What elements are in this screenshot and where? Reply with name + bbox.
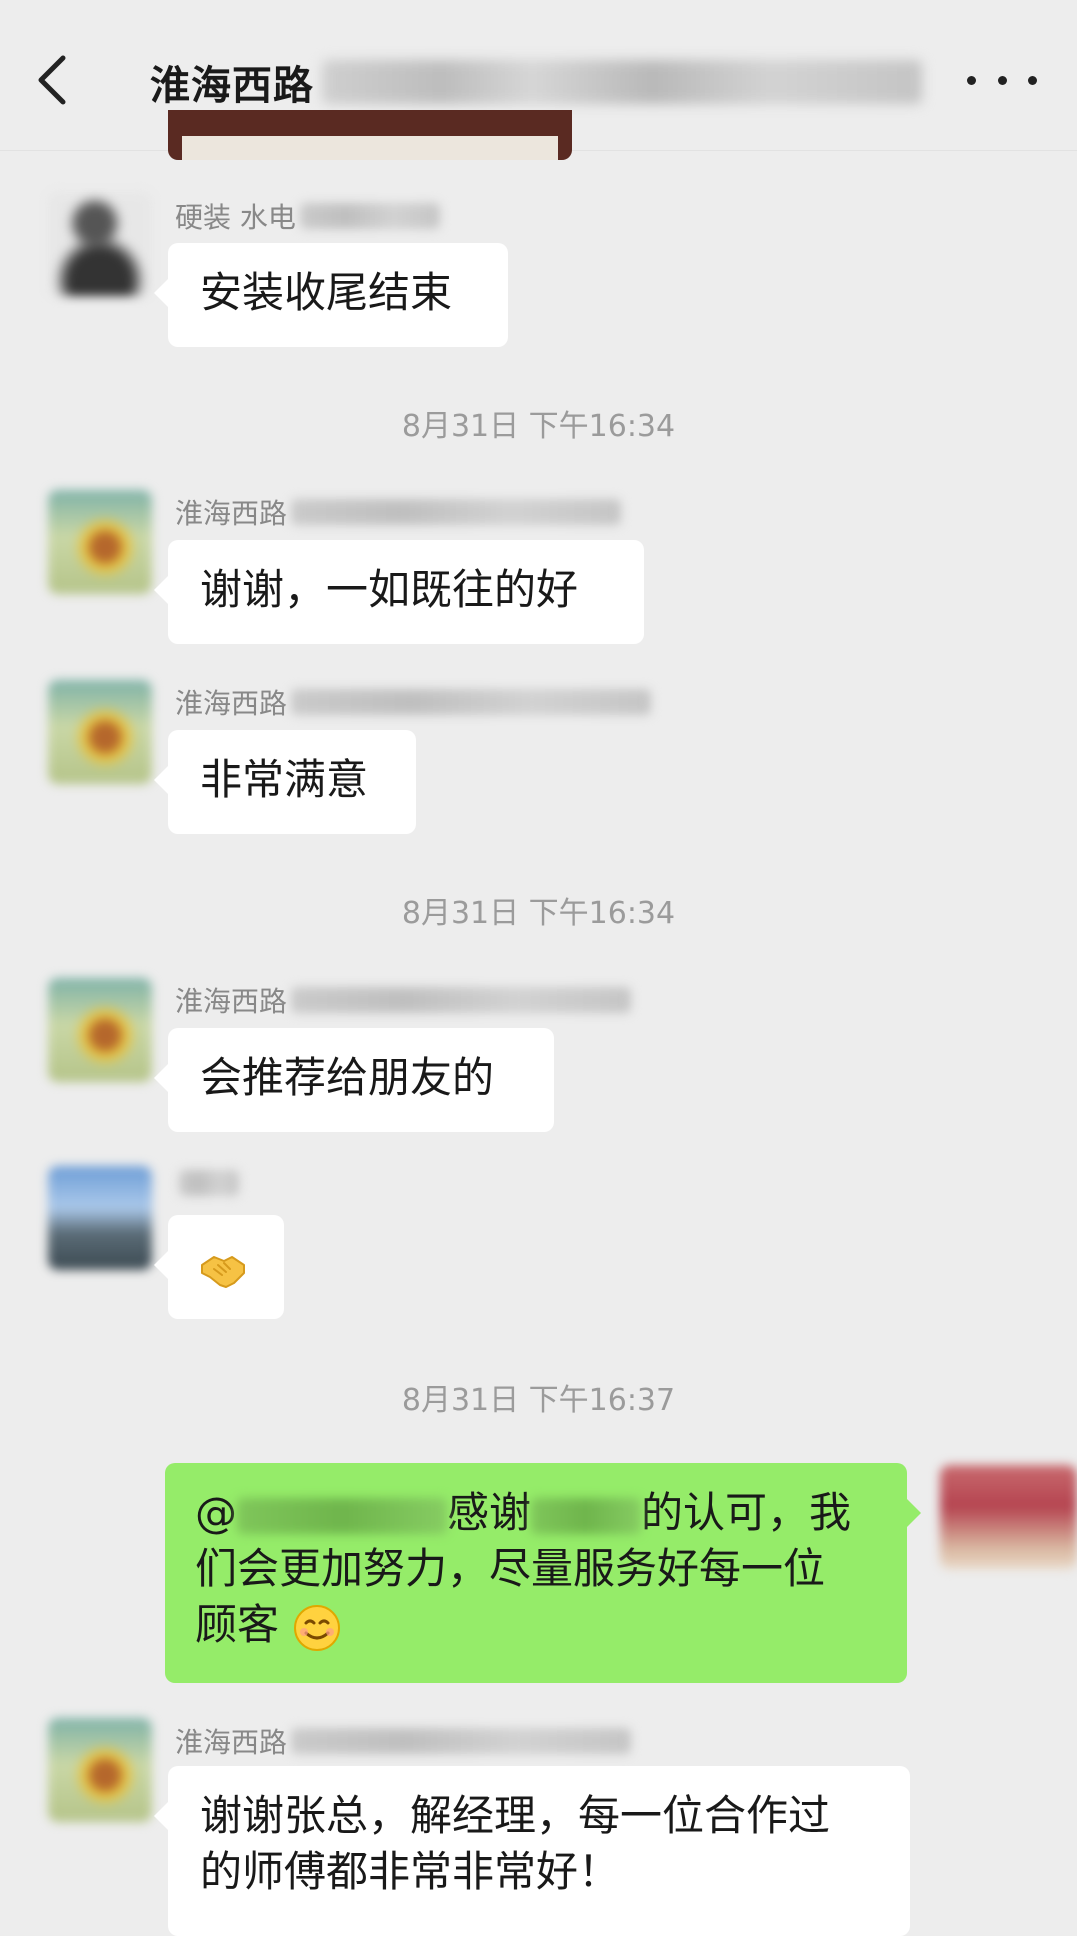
image-message-partial[interactable] xyxy=(168,110,572,160)
avatar-self[interactable] xyxy=(940,1465,1077,1569)
redacted-title xyxy=(322,60,922,104)
more-options-button[interactable] xyxy=(967,60,1037,100)
sender-name: 淮海西路 xyxy=(175,980,632,1020)
avatar[interactable] xyxy=(48,1718,152,1822)
handshake-emoji-icon xyxy=(201,1255,245,1288)
redacted-mention xyxy=(237,1497,447,1534)
avatar[interactable] xyxy=(48,490,152,594)
redacted-name xyxy=(531,1497,642,1534)
message-bubble[interactable]: 非常满意 xyxy=(154,730,416,834)
timestamp: 8月31日 下午16:34 xyxy=(401,409,676,444)
back-arrow-icon xyxy=(38,55,66,105)
more-dots-icon xyxy=(967,75,976,85)
back-button[interactable] xyxy=(28,48,76,112)
chat-title-text: 淮海西路 xyxy=(150,63,314,109)
message-bubble[interactable]: 谢谢，一如既往的好 xyxy=(154,540,644,644)
message-bubble[interactable]: 安装收尾结束 xyxy=(154,243,508,347)
avatar[interactable] xyxy=(48,680,152,784)
sender-name: 淮海西路 xyxy=(175,682,652,722)
avatar[interactable] xyxy=(48,192,152,296)
timestamp: 8月31日 下午16:34 xyxy=(401,896,676,931)
message-bubble[interactable]: 谢谢张总，解经理，每一位合作过 的师傅都非常非常好！ xyxy=(154,1766,910,1936)
message-bubble[interactable]: 会推荐给朋友的 xyxy=(154,1028,554,1132)
smiling-face-emoji-icon xyxy=(294,1604,341,1651)
message-bubble-self[interactable]: @ 感谢 的认可，我 们会更加努力，尽量服务好每一位 顾客 xyxy=(165,1463,921,1683)
sender-name: 淮海西路 xyxy=(175,492,622,532)
sender-name: 淮海西路 xyxy=(175,1721,632,1761)
sender-name: 硬装 水电 xyxy=(175,196,440,236)
chat-title: 淮海西路 xyxy=(150,54,922,110)
avatar[interactable] xyxy=(48,1166,152,1270)
message-bubble[interactable] xyxy=(154,1215,284,1319)
avatar[interactable] xyxy=(48,978,152,1082)
timestamp: 8月31日 下午16:37 xyxy=(401,1383,676,1418)
sender-name xyxy=(175,1170,239,1196)
